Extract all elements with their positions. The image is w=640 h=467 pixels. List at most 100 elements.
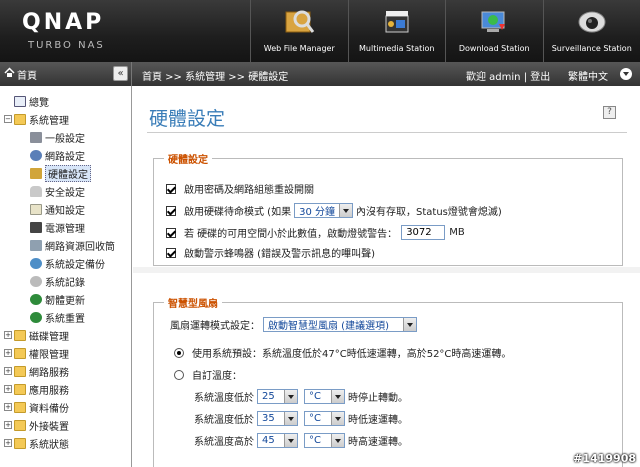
stop-temp-select[interactable]: 25	[257, 389, 298, 404]
fan-temp-row: 系統溫度低於 25 °C 時停止轉動。	[194, 389, 408, 404]
temp-label: 系統溫度低於	[194, 415, 254, 426]
overview-icon	[14, 95, 26, 107]
recycle-bin-icon	[30, 239, 42, 251]
low-temp-select[interactable]: 35	[257, 411, 298, 426]
stop-unit-select[interactable]: °C	[304, 389, 345, 404]
option-reset-switch: 啟用密碼及網路組態重設開關	[166, 181, 314, 196]
high-temp-select[interactable]: 45	[257, 433, 298, 448]
page-title: 硬體設定	[149, 108, 226, 130]
sidebar-item-network[interactable]: 網路設定	[30, 146, 85, 164]
reset-switch-checkbox[interactable]	[166, 183, 176, 194]
sidebar-item-label: 磁碟管理	[29, 331, 69, 343]
sidebar-item-firmware[interactable]: 韌體更新	[30, 290, 85, 308]
option-label: 自訂溫度：	[192, 371, 242, 382]
sidebar-item-network-services[interactable]: 網路服務	[14, 362, 69, 380]
custom-temp-radio[interactable]	[174, 369, 184, 380]
expand-icon[interactable]: +	[4, 421, 12, 429]
top-header: QNAP TURBO NAS Web File Manager Multimed…	[0, 0, 640, 62]
reset-icon	[30, 311, 42, 323]
chevron-down-icon	[402, 318, 416, 331]
expand-icon[interactable]: +	[4, 403, 12, 411]
sidebar-item-notification[interactable]: 通知設定	[30, 200, 85, 218]
sidebar-item-label: 通知設定	[45, 205, 85, 217]
backup-icon	[30, 257, 42, 269]
expand-icon[interactable]: +	[4, 367, 12, 375]
sidebar-item-security[interactable]: 安全設定	[30, 182, 85, 200]
sidebar-item-external-devices[interactable]: 外接裝置	[14, 416, 69, 434]
sidebar-item-power[interactable]: 電源管理	[30, 218, 85, 236]
select-value: 30 分鐘	[299, 207, 335, 218]
language-selector[interactable]: 繁體中文	[568, 68, 608, 83]
expand-icon[interactable]: +	[4, 439, 12, 447]
sidebar-item-overview[interactable]: 總覽	[14, 92, 49, 110]
free-space-input[interactable]: 3072	[401, 225, 446, 240]
sidebar-item-general[interactable]: 一般設定	[30, 128, 85, 146]
expand-icon[interactable]: +	[4, 331, 12, 339]
standby-time-select[interactable]: 30 分鐘	[294, 203, 353, 218]
low-unit-select[interactable]: °C	[304, 411, 345, 426]
chevron-down-icon	[284, 434, 297, 447]
option-label: 若 硬碟的可用空間小於此數值，啟動燈號警告：	[184, 229, 398, 240]
log-icon	[30, 275, 42, 287]
sidebar-item-system-admin[interactable]: 系統管理	[14, 110, 69, 128]
option-label: 內沒有存取，Status燈號會熄滅)	[356, 207, 502, 218]
sidebar-item-data-backup[interactable]: 資料備份	[14, 398, 69, 416]
fan-mode-select[interactable]: 啟動智慧型風扇 (建議選項)	[263, 317, 417, 332]
app-download-station[interactable]: Download Station	[445, 0, 543, 62]
select-value: 35	[262, 413, 275, 424]
home-link[interactable]: 首頁	[17, 67, 37, 82]
envelope-icon	[30, 203, 42, 215]
sidebar-item-label: 外接裝置	[29, 421, 69, 433]
sidebar-item-permissions[interactable]: 權限管理	[14, 344, 69, 362]
fan-custom-option: 自訂溫度：	[174, 367, 242, 382]
collapse-icon[interactable]: −	[4, 115, 12, 123]
unit-label: MB	[449, 227, 465, 238]
chevron-down-icon	[284, 390, 297, 403]
chevron-down-icon	[284, 412, 297, 425]
sidebar-item-label: 網路服務	[29, 367, 69, 379]
app-web-file-manager[interactable]: Web File Manager	[250, 0, 348, 62]
chevron-down-icon	[331, 412, 344, 425]
folder-icon	[14, 365, 26, 377]
default-temp-radio[interactable]	[174, 347, 184, 358]
fan-mode-label: 風扇運轉模式設定：	[170, 321, 260, 332]
sidebar-item-label: 應用服務	[29, 385, 69, 397]
option-free-space-warning: 若 硬碟的可用空間小於此數值，啟動燈號警告： 3072 MB	[166, 225, 465, 240]
sidebar-item-label: 電源管理	[45, 223, 85, 235]
app-surveillance-station[interactable]: Surveillance Station	[542, 0, 640, 62]
group-legend: 硬體設定	[164, 151, 212, 166]
chevron-down-icon	[331, 390, 344, 403]
chevron-down-icon[interactable]	[620, 68, 632, 80]
sidebar-item-label: 總覽	[29, 97, 49, 109]
temp-action-label: 時低速運轉。	[348, 415, 408, 426]
expand-icon[interactable]: +	[4, 349, 12, 357]
buzzer-checkbox[interactable]	[166, 247, 176, 258]
standby-checkbox[interactable]	[166, 205, 176, 216]
sidebar-item-label: 硬體設定	[45, 164, 91, 182]
expand-icon[interactable]: +	[4, 385, 12, 393]
sidebar-item-hardware[interactable]: 硬體設定	[30, 164, 91, 182]
sidebar-item-reset[interactable]: 系統重置	[30, 308, 85, 326]
collapse-sidebar-button[interactable]: «	[113, 66, 128, 81]
fan-temp-row: 系統溫度高於 45 °C 時高速運轉。	[194, 433, 408, 448]
app-label: Surveillance Station	[551, 44, 632, 53]
sidebar-item-label: 資料備份	[29, 403, 69, 415]
sidebar-item-label: 系統重置	[45, 313, 85, 325]
sidebar-item-label: 系統記錄	[45, 277, 85, 289]
sidebar-item-label: 權限管理	[29, 349, 69, 361]
download-station-icon	[481, 11, 506, 32]
watermark: #1419908	[573, 452, 636, 465]
sidebar-item-backup-settings[interactable]: 系統設定備份	[30, 254, 105, 272]
app-multimedia-station[interactable]: Multimedia Station	[347, 0, 446, 62]
sidebar-item-disk[interactable]: 磁碟管理	[14, 326, 69, 344]
user-logout-link[interactable]: 歡迎 admin | 登出	[466, 68, 550, 83]
sidebar-item-label: 網路資源回收筒	[45, 241, 115, 253]
free-space-checkbox[interactable]	[166, 227, 176, 238]
sidebar-item-applications[interactable]: 應用服務	[14, 380, 69, 398]
sidebar-item-system-log[interactable]: 系統記錄	[30, 272, 85, 290]
high-unit-select[interactable]: °C	[304, 433, 345, 448]
sidebar-item-system-status[interactable]: 系統狀態	[14, 434, 69, 452]
sidebar-item-recycle-bin[interactable]: 網路資源回收筒	[30, 236, 115, 254]
help-icon[interactable]: ?	[603, 106, 616, 119]
folder-icon	[14, 329, 26, 341]
